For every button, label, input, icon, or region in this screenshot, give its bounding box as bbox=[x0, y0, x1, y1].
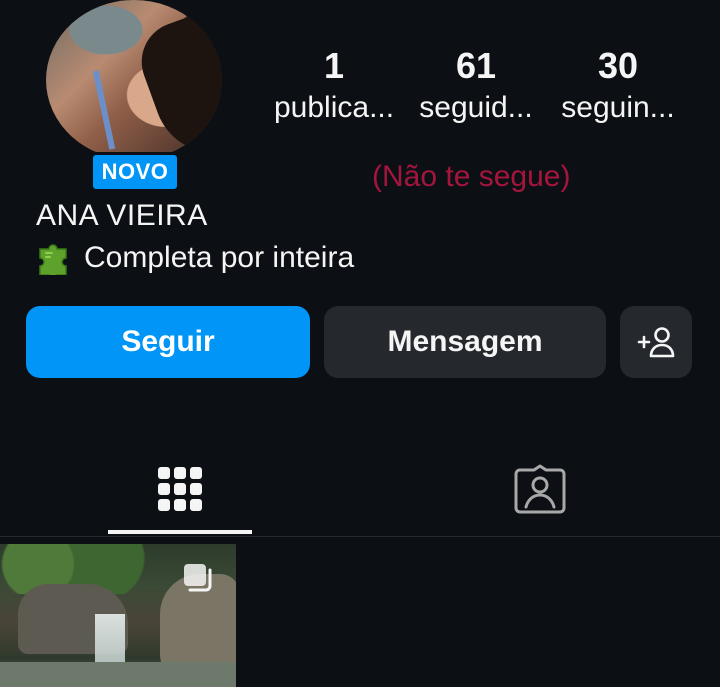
suggest-people-button[interactable] bbox=[620, 306, 692, 378]
carousel-icon bbox=[184, 564, 212, 592]
stat-posts-label: publica... bbox=[274, 91, 395, 124]
avatar-strap bbox=[92, 70, 116, 150]
stat-posts-count: 1 bbox=[323, 45, 345, 86]
puzzle-piece-icon bbox=[39, 244, 67, 275]
profile-bio: Completa por inteira bbox=[36, 241, 354, 275]
tagged-photos-icon bbox=[514, 464, 566, 514]
stat-posts[interactable]: 1 publica... bbox=[274, 44, 394, 126]
profile-name: ANA VIEIRA bbox=[36, 199, 208, 232]
profile-avatar[interactable] bbox=[46, 0, 222, 160]
tab-tagged[interactable] bbox=[468, 440, 612, 538]
stat-following-label: seguin... bbox=[561, 91, 675, 124]
stat-following-count: 30 bbox=[597, 45, 639, 86]
tab-posts-grid[interactable] bbox=[108, 440, 252, 538]
post-thumbnail[interactable] bbox=[0, 544, 236, 687]
not-following-back-note: (Não te segue) bbox=[372, 160, 571, 193]
grid-icon bbox=[158, 467, 202, 511]
avatar-hair bbox=[130, 10, 222, 160]
thumbnail-water bbox=[0, 662, 236, 687]
add-person-icon bbox=[637, 327, 675, 358]
stat-followers-label: seguid... bbox=[419, 91, 533, 124]
bio-text: Completa por inteira bbox=[84, 241, 355, 274]
tabs-divider bbox=[0, 536, 720, 537]
stat-following[interactable]: 30 seguin... bbox=[558, 44, 678, 126]
follow-button[interactable]: Seguir bbox=[26, 306, 310, 378]
stat-followers[interactable]: 61 seguid... bbox=[416, 44, 536, 126]
active-tab-indicator bbox=[108, 530, 252, 534]
new-badge: NOVO bbox=[90, 152, 180, 192]
profile-tabs bbox=[0, 440, 720, 538]
stat-followers-count: 61 bbox=[455, 45, 497, 86]
message-button[interactable]: Mensagem bbox=[324, 306, 606, 378]
